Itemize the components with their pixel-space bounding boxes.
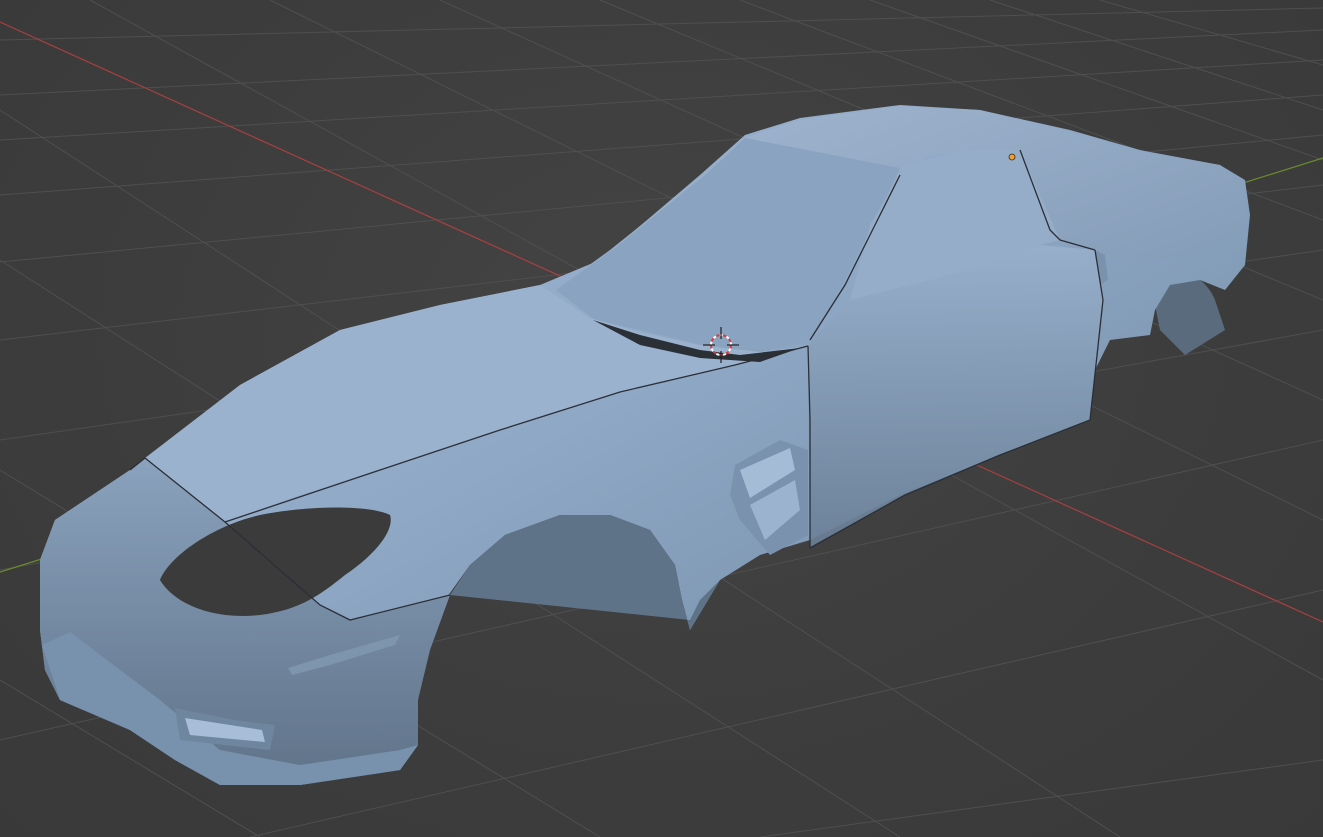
3d-viewport[interactable] bbox=[0, 0, 1323, 837]
car-body-mesh[interactable] bbox=[40, 105, 1250, 785]
object-origin-icon[interactable] bbox=[1008, 153, 1016, 161]
viewport-canvas[interactable] bbox=[0, 0, 1323, 837]
